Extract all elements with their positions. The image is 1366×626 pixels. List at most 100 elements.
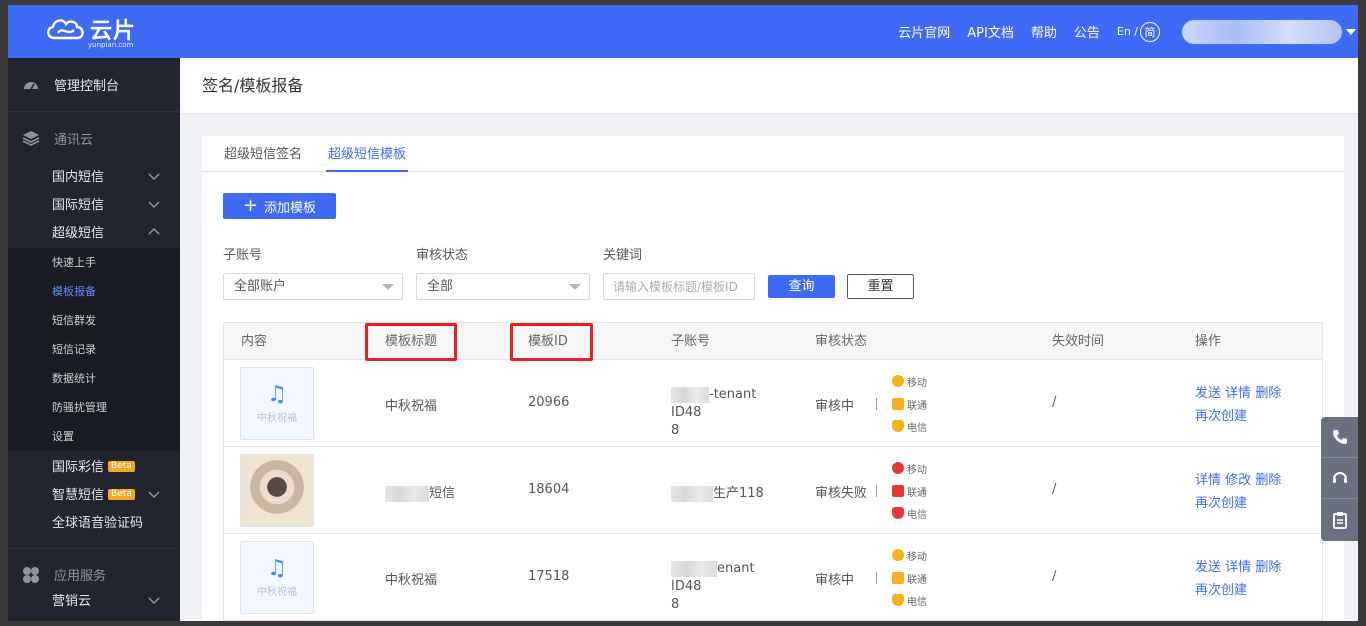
carrier-telecom: 电信 xyxy=(892,589,927,611)
col-content: 内容 xyxy=(241,334,268,349)
sidebar-item-label: 管理控制台 xyxy=(54,79,120,94)
cell-actions: 发送 详情 删除 再次创建 xyxy=(1195,556,1281,602)
carrier-mobile: 移动 xyxy=(892,370,927,392)
detail-link[interactable]: 详情 xyxy=(1225,560,1251,575)
col-status: 审核状态 xyxy=(815,334,868,349)
sidebar-item-smart-sms[interactable]: 智慧短信 Beta xyxy=(8,482,180,510)
sidebar-subitem-settings[interactable]: 设置 xyxy=(8,422,180,451)
caret-down-icon xyxy=(569,284,581,290)
sidebar-subitem-quickstart[interactable]: 快速上手 xyxy=(8,248,180,277)
send-link[interactable]: 发送 xyxy=(1195,560,1221,575)
sidebar-item-intl-sms[interactable]: 国际短信 xyxy=(8,192,180,220)
sub-account-text-2: 8 xyxy=(671,597,680,612)
col-expire: 失效时间 xyxy=(1052,334,1105,349)
caret-down-icon[interactable] xyxy=(1346,28,1356,35)
sidebar-item-super-sms[interactable]: 超级短信 xyxy=(8,220,180,248)
template-thumbnail[interactable]: ♫ 中秋祝福 xyxy=(240,541,314,614)
sidebar-item-console[interactable]: 管理控制台 xyxy=(8,58,180,112)
edit-link[interactable]: 修改 xyxy=(1225,473,1251,488)
carrier-label: 联通 xyxy=(907,574,927,586)
caret-down-icon xyxy=(382,284,394,290)
sidebar-item-label: 国际短信 xyxy=(52,198,105,213)
beta-badge: Beta xyxy=(108,489,135,500)
delete-link[interactable]: 删除 xyxy=(1255,386,1281,401)
table-row: ♫ 中秋祝福 中秋祝福 17518 enant ID48 8 审核中 移动 联通 … xyxy=(224,534,1322,621)
separator xyxy=(876,398,877,410)
template-card: 超级短信签名 超级短信模板 + 添加模板 子账号 审核状态 关键词 全部账户 全… xyxy=(202,136,1344,621)
sidebar-subitem-records[interactable]: 短信记录 xyxy=(8,335,180,364)
phone-icon xyxy=(1332,430,1347,444)
cell-status: 审核失败 xyxy=(815,486,868,501)
recreate-link[interactable]: 再次创建 xyxy=(1195,409,1247,424)
user-account-menu[interactable] xyxy=(1182,19,1342,44)
feedback-button[interactable] xyxy=(1321,499,1358,540)
recreate-link[interactable]: 再次创建 xyxy=(1195,496,1247,511)
nav-official-site[interactable]: 云片官网 xyxy=(898,22,950,41)
query-button[interactable]: 查询 xyxy=(768,275,835,298)
sub-account-text: 生产118 xyxy=(713,486,764,501)
nav-announcement[interactable]: 公告 xyxy=(1074,22,1100,41)
brand-logo[interactable]: 云片 yunpian.com xyxy=(44,13,136,49)
add-template-button[interactable]: + 添加模板 xyxy=(223,193,336,219)
sidebar-item-intl-mms[interactable]: 国际彩信 Beta xyxy=(8,454,180,482)
table-row: 短信 18604 生产118 审核失败 移动 联通 电信 / 详情 修改 删除 … xyxy=(224,447,1322,534)
detail-link[interactable]: 详情 xyxy=(1225,386,1251,401)
blurred-text xyxy=(385,485,429,502)
customer-service-button[interactable] xyxy=(1321,458,1358,499)
page-title: 签名/模板报备 xyxy=(180,58,1358,114)
keyword-input[interactable] xyxy=(603,273,755,300)
carrier-label: 移动 xyxy=(907,551,927,563)
blurred-text xyxy=(671,386,709,403)
sidebar-subitem-template-filing[interactable]: 模板报备 xyxy=(8,277,180,306)
phone-call-button[interactable] xyxy=(1321,417,1358,458)
nav-api-docs[interactable]: API文档 xyxy=(967,22,1014,41)
sidebar-item-marketing[interactable]: 营销云 xyxy=(8,588,180,616)
template-thumbnail[interactable]: ♫ 中秋祝福 xyxy=(240,367,314,440)
reset-button[interactable]: 重置 xyxy=(847,274,914,299)
tab-super-sms-template[interactable]: 超级短信模板 xyxy=(326,136,409,172)
cell-title: 中秋祝福 xyxy=(385,573,438,588)
sidebar-item-domestic-sms[interactable]: 国内短信 xyxy=(8,164,180,192)
cell-expire: / xyxy=(1052,569,1057,584)
thumbnail-label: 中秋祝福 xyxy=(257,587,297,598)
plus-icon: + xyxy=(242,195,259,216)
title-text: 短信 xyxy=(429,486,456,501)
mobile-icon xyxy=(892,549,904,561)
col-sub-account: 子账号 xyxy=(671,334,711,349)
cell-actions: 详情 修改 删除 再次创建 xyxy=(1195,469,1281,515)
sidebar-subitem-anti-harass[interactable]: 防骚扰管理 xyxy=(8,393,180,422)
sidebar-subitem-bulk-send[interactable]: 短信群发 xyxy=(8,306,180,335)
delete-link[interactable]: 删除 xyxy=(1255,560,1281,575)
lang-en: En / xyxy=(1116,25,1138,38)
sidebar-item-label: 国内短信 xyxy=(52,170,105,185)
send-link[interactable]: 发送 xyxy=(1195,386,1221,401)
template-thumbnail-image[interactable] xyxy=(240,454,314,527)
mobile-icon xyxy=(892,375,904,387)
tab-bar: 超级短信签名 超级短信模板 xyxy=(202,136,1344,172)
detail-link[interactable]: 详情 xyxy=(1195,473,1221,488)
sidebar-group-label: 通讯云 xyxy=(54,132,94,148)
cell-status: 审核中 xyxy=(815,399,855,414)
sub-account-text-2: 8 xyxy=(671,423,680,438)
sidebar-item-global-voice[interactable]: 全球语音验证码 xyxy=(8,510,180,538)
mobile-icon xyxy=(892,462,904,474)
language-switch[interactable]: En / 简 xyxy=(1116,21,1160,42)
tab-super-sms-signature[interactable]: 超级短信签名 xyxy=(222,136,304,172)
delete-link[interactable]: 删除 xyxy=(1255,473,1281,488)
top-bar: 云片 yunpian.com 云片官网 API文档 帮助 公告 En / 简 xyxy=(8,5,1358,58)
status-select[interactable]: 全部 xyxy=(416,273,590,300)
nav-help[interactable]: 帮助 xyxy=(1031,22,1057,41)
sub-account-select[interactable]: 全部账户 xyxy=(223,273,403,300)
sidebar-item-label: 超级短信 xyxy=(52,226,105,241)
carrier-label: 移动 xyxy=(907,464,927,476)
sidebar-subitem-stats[interactable]: 数据统计 xyxy=(8,364,180,393)
carrier-unicom: 联通 xyxy=(892,393,927,415)
recreate-link[interactable]: 再次创建 xyxy=(1195,583,1247,598)
carrier-label: 移动 xyxy=(907,377,927,389)
chevron-up-icon xyxy=(148,228,160,235)
cell-sub-account: -tenant ID48 8 xyxy=(671,386,786,440)
beta-badge: Beta xyxy=(108,461,135,472)
carrier-label: 联通 xyxy=(907,400,927,412)
sidebar-item-label: 全球语音验证码 xyxy=(52,516,144,531)
telecom-icon xyxy=(892,507,904,519)
